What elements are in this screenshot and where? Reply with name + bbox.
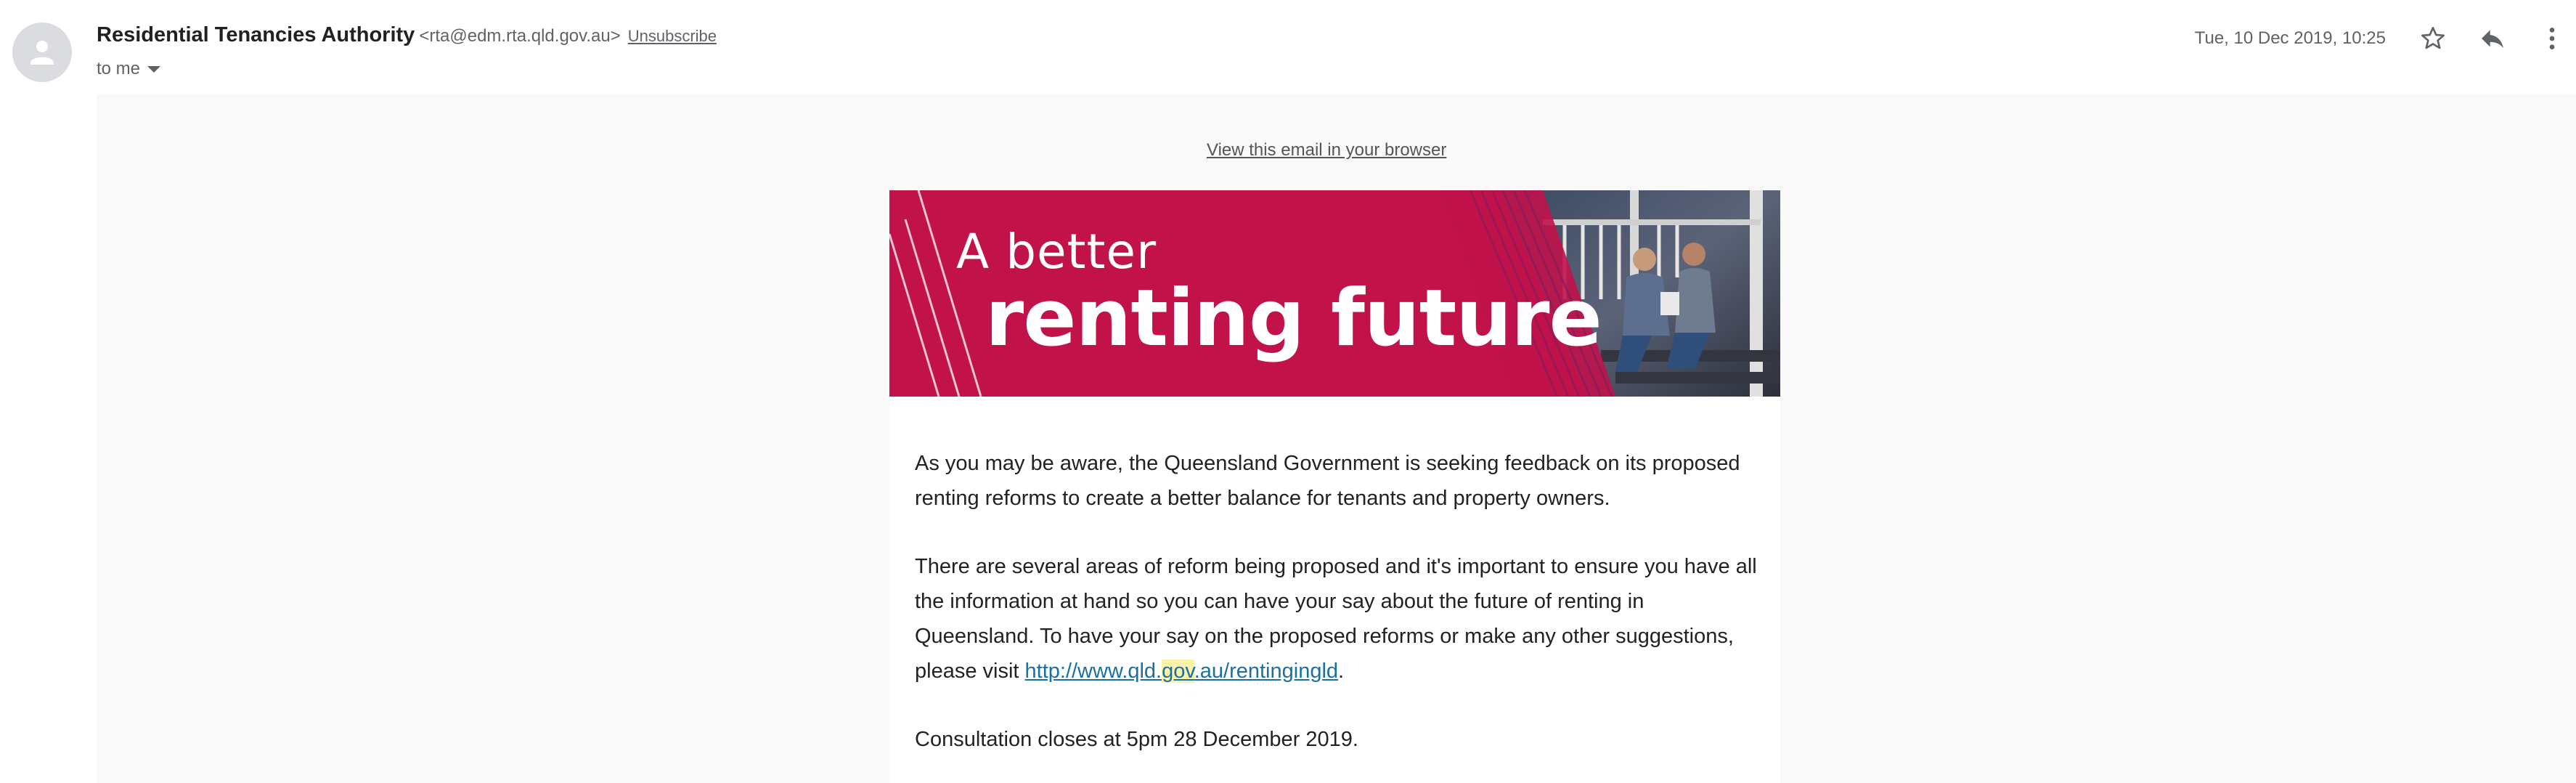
link-text-highlight: gov [1162,660,1194,683]
paragraph-end-punct: . [1338,660,1345,683]
star-icon[interactable] [2415,20,2451,57]
chevron-down-icon[interactable] [147,65,161,73]
sender-email: <rta@edm.rta.qld.gov.au> [419,26,621,46]
message-actions: Tue, 10 Dec 2019, 10:25 [2195,20,2576,57]
message-date: Tue, 10 Dec 2019, 10:25 [2194,28,2386,48]
recipient-label: to me [97,59,141,78]
more-vert-icon[interactable] [2534,20,2570,57]
paragraph-intro: As you may be aware, the Queensland Gove… [915,452,1740,510]
link-text-part3: .au/rentingingld [1194,660,1339,683]
sender-line: Residential Tenancies Authority <rta@edm… [97,23,717,52]
sender-name[interactable]: Residential Tenancies Authority [97,23,415,47]
link-text-part1: http://www.qld. [1024,660,1162,683]
email-view: Residential Tenancies Authority <rta@edm… [0,0,2576,783]
paragraph-consultation-close: Consultation closes at 5pm 28 December 2… [915,728,1358,751]
banner-headline-large: renting future [985,273,1602,364]
view-in-browser-link[interactable]: View this email in your browser [1207,140,1446,161]
renting-reform-link[interactable]: http://www.qld.gov.au/rentingingld [1024,660,1339,683]
sender-avatar[interactable] [12,23,72,82]
paragraph-have-your-say: There are several areas of reform being … [915,549,1764,689]
email-content: As you may be aware, the Queensland Gove… [889,397,1780,783]
avatar-person-icon [30,41,54,65]
unsubscribe-link[interactable]: Unsubscribe [628,27,717,46]
reply-icon[interactable] [2474,20,2511,57]
banner-image: A better renting future [889,190,1780,397]
recipient-line[interactable]: to me [97,57,161,81]
banner-headline-small: A better [956,224,1157,280]
